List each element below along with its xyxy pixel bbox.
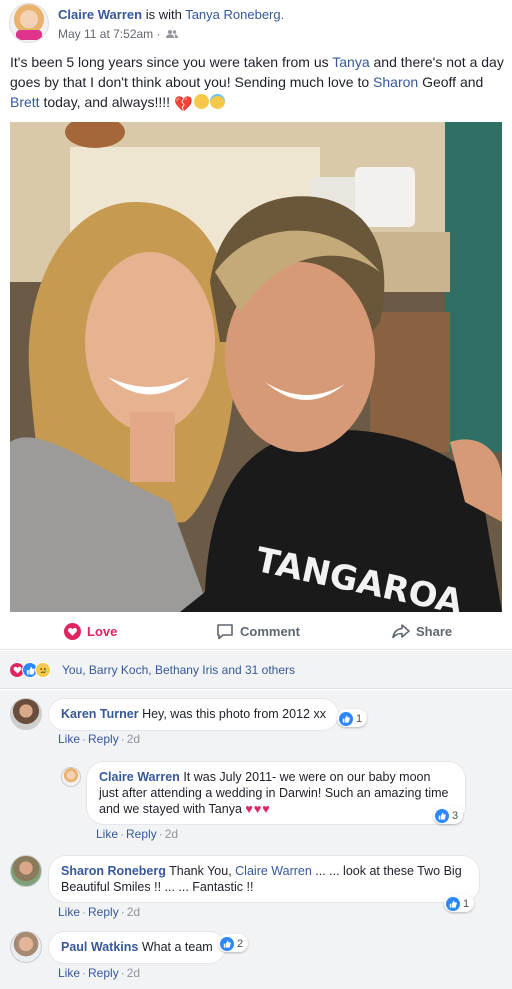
comment-like-count[interactable]: 2 bbox=[218, 934, 249, 952]
love-label: Love bbox=[87, 624, 118, 639]
comment-reply-link[interactable]: Reply bbox=[88, 966, 119, 980]
comment-label: Comment bbox=[240, 624, 300, 639]
reactions-summary[interactable]: You, Barry Koch, Bethany Iris and 31 oth… bbox=[0, 651, 512, 689]
heart-emojis: ♥♥♥ bbox=[245, 802, 271, 816]
tagged-person[interactable]: Tanya Roneberg. bbox=[185, 7, 284, 22]
share-icon bbox=[392, 624, 410, 639]
comment-item: Karen Turner Hey, was this photo from 20… bbox=[0, 690, 512, 750]
reaction-icons bbox=[9, 662, 51, 678]
post-meta: May 11 at 7:52am · bbox=[58, 27, 178, 41]
comment-time[interactable]: 2d bbox=[127, 905, 140, 919]
mention-brett[interactable]: Brett bbox=[10, 94, 40, 110]
with-text: is with bbox=[145, 7, 182, 22]
comment-button[interactable]: Comment bbox=[216, 623, 300, 640]
commenter-avatar[interactable] bbox=[10, 855, 42, 887]
like-badge-icon bbox=[435, 808, 449, 823]
commenter-avatar[interactable] bbox=[10, 931, 42, 963]
comment-icon bbox=[217, 624, 233, 640]
mention-tanya[interactable]: Tanya bbox=[332, 54, 369, 70]
comment-bubble: Claire Warren It was July 2011- we were … bbox=[86, 761, 466, 825]
post-photo[interactable]: TANGAROA bbox=[10, 122, 502, 612]
like-count-value: 2 bbox=[237, 937, 244, 950]
comment-reply-link[interactable]: Reply bbox=[88, 905, 119, 919]
commenter-avatar[interactable] bbox=[10, 698, 42, 730]
post-text-part: today, and always!!!! bbox=[39, 94, 174, 110]
comment-like-count[interactable]: 1 bbox=[444, 894, 475, 912]
author-avatar[interactable] bbox=[9, 3, 49, 43]
share-label: Share bbox=[416, 623, 453, 639]
comment-author[interactable]: Karen Turner bbox=[61, 707, 139, 721]
comment-author[interactable]: Paul Watkins bbox=[61, 940, 138, 954]
post-action-bar: Love Comment Share bbox=[0, 614, 512, 650]
mention-claire-warren[interactable]: Claire Warren bbox=[235, 864, 312, 878]
comment-bubble: Sharon Roneberg Thank You, Claire Warren… bbox=[48, 855, 480, 903]
comment-author[interactable]: Sharon Roneberg bbox=[61, 864, 166, 878]
comment-time[interactable]: 2d bbox=[127, 732, 140, 746]
comment-reply-link[interactable]: Reply bbox=[88, 732, 119, 746]
comment-reply-link[interactable]: Reply bbox=[126, 827, 157, 841]
comment-like-count[interactable]: 1 bbox=[337, 709, 368, 727]
like-count-value: 1 bbox=[356, 712, 363, 725]
post-text-part: Geoff and bbox=[418, 74, 484, 90]
love-button[interactable]: Love bbox=[64, 623, 117, 640]
commenter-avatar[interactable] bbox=[61, 767, 81, 787]
like-count-value: 3 bbox=[452, 809, 459, 822]
comment-like-link[interactable]: Like bbox=[58, 905, 80, 919]
comment-like-link[interactable]: Like bbox=[96, 827, 118, 841]
mention-sharon[interactable]: Sharon bbox=[373, 74, 418, 90]
comment-time[interactable]: 2d bbox=[165, 827, 178, 841]
comments-section: Karen Turner Hey, was this photo from 20… bbox=[0, 690, 512, 989]
comment-text: Hey, was this photo from 2012 xx bbox=[142, 707, 326, 721]
comment-like-link[interactable]: Like bbox=[58, 966, 80, 980]
crying-face-emoji bbox=[193, 94, 209, 109]
comment-meta: Like · Reply · 2d bbox=[58, 966, 141, 980]
post-header: Claire Warren is with Tanya Roneberg. Ma… bbox=[0, 0, 512, 48]
broken-heart-emoji: 💔 bbox=[173, 96, 193, 113]
comment-bubble: Karen Turner Hey, was this photo from 20… bbox=[48, 698, 339, 731]
comment-like-link[interactable]: Like bbox=[58, 732, 80, 746]
comment-text: Thank You, bbox=[169, 864, 236, 878]
comment-text: What a team bbox=[141, 940, 213, 954]
post-date[interactable]: May 11 at 7:52am · bbox=[58, 27, 161, 41]
share-button[interactable]: Share bbox=[392, 623, 452, 639]
post-text: It's been 5 long years since you were ta… bbox=[10, 52, 504, 115]
comment-time[interactable]: 2d bbox=[127, 966, 140, 980]
post-text-part: It's been 5 long years since you were ta… bbox=[10, 54, 333, 70]
comment-meta: Like · Reply · 2d bbox=[58, 905, 141, 919]
comment-author[interactable]: Claire Warren bbox=[99, 770, 180, 784]
post-author-name[interactable]: Claire Warren bbox=[58, 7, 142, 22]
halo-smile-emoji bbox=[209, 94, 225, 109]
sad-reaction-icon bbox=[35, 662, 51, 678]
photo-illustration: TANGAROA bbox=[10, 122, 502, 612]
comment-item: Paul Watkins What a team 2 Like · Reply · 2d bbox=[0, 928, 512, 988]
reactions-text[interactable]: You, Barry Koch, Bethany Iris and 31 oth… bbox=[62, 663, 295, 677]
post-author-line: Claire Warren is with Tanya Roneberg. bbox=[58, 7, 284, 22]
friends-icon[interactable] bbox=[165, 29, 178, 39]
comment-reply-item: Claire Warren It was July 2011- we were … bbox=[0, 758, 512, 846]
like-count-value: 1 bbox=[463, 897, 470, 910]
comment-meta: Like · Reply · 2d bbox=[58, 732, 141, 746]
comment-bubble: Paul Watkins What a team bbox=[48, 931, 226, 964]
like-badge-icon bbox=[339, 711, 353, 726]
comment-meta: Like · Reply · 2d bbox=[96, 827, 179, 841]
comment-item: Sharon Roneberg Thank You, Claire Warren… bbox=[0, 850, 512, 920]
comment-like-count[interactable]: 3 bbox=[433, 806, 464, 824]
like-badge-icon bbox=[446, 896, 460, 911]
love-icon bbox=[64, 623, 81, 640]
like-badge-icon bbox=[220, 936, 234, 951]
